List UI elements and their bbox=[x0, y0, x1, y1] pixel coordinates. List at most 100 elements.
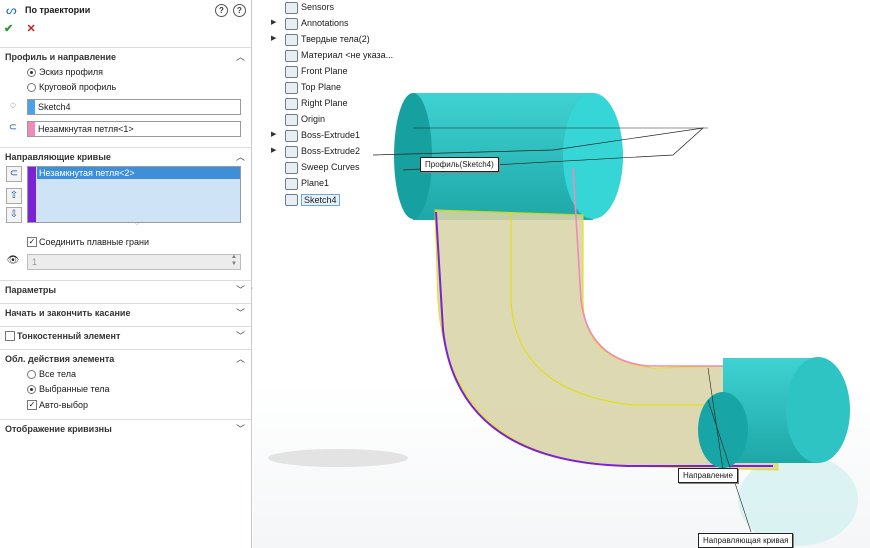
section-tangency-title: Начать и закончить касание bbox=[5, 308, 131, 318]
radio-selected-bodies-label: Выбранные тела bbox=[39, 384, 110, 394]
section-curvature-title: Отображение кривизны bbox=[5, 424, 112, 434]
chevron-up-icon[interactable]: ︿ bbox=[236, 150, 245, 163]
guide-curve-icon: ⊂ bbox=[6, 166, 22, 182]
tree-item-label: Top Plane bbox=[301, 82, 342, 92]
expand-arrow-icon[interactable]: ▶ bbox=[271, 146, 276, 154]
section-tangency-header[interactable]: Начать и закончить касание ﹀ bbox=[0, 303, 251, 320]
guide-item-label: Незамкнутая петля<2> bbox=[39, 168, 135, 178]
feature-icon bbox=[285, 50, 298, 62]
graphics-area[interactable]: Sensors ▶ Annotations ▶ Твердые тела(2) Матер… bbox=[253, 0, 870, 548]
tree-item-label: Boss-Extrude2 bbox=[301, 146, 361, 156]
expand-arrow-icon[interactable]: ▶ bbox=[271, 130, 276, 138]
feature-icon bbox=[285, 34, 298, 46]
feature-tree: Sensors ▶ Annotations ▶ Твердые тела(2) Матер… bbox=[253, 0, 433, 210]
tree-item-label: Annotations bbox=[301, 18, 349, 28]
top-cylinder-end bbox=[563, 93, 623, 219]
section-thin-title: Тонкостенный элемент bbox=[17, 331, 121, 341]
radio-dot bbox=[27, 385, 36, 394]
ok-cancel-row: ✔ ✕ bbox=[4, 22, 47, 36]
cancel-button[interactable]: ✕ bbox=[27, 22, 39, 35]
section-profile-title: Профиль и направление bbox=[5, 52, 117, 62]
expand-arrow-icon[interactable]: ▶ bbox=[271, 18, 276, 26]
section-guides-header[interactable]: Направляющие кривые ︿ bbox=[0, 147, 251, 164]
path-value: Незамкнутая петля<1> bbox=[38, 124, 134, 134]
feature-icon bbox=[285, 178, 298, 190]
radio-dot bbox=[27, 83, 36, 92]
help-icon[interactable]: ? bbox=[215, 4, 228, 17]
section-profile-header[interactable]: Профиль и направление ︿ bbox=[0, 47, 251, 64]
expand-arrow-icon[interactable]: ▶ bbox=[271, 34, 276, 42]
move-down-icon[interactable]: ⇩ bbox=[6, 207, 22, 223]
guide-count-value: 1 bbox=[32, 257, 38, 267]
profile-selection-field[interactable]: Sketch4 bbox=[27, 99, 241, 115]
tree-item-label: Plane1 bbox=[301, 178, 330, 188]
chevron-up-icon[interactable]: ︿ bbox=[236, 50, 245, 63]
checkbox-box: ✓ bbox=[27, 400, 37, 410]
section-options-title: Параметры bbox=[5, 285, 57, 295]
feature-icon bbox=[285, 114, 298, 126]
feature-icon bbox=[285, 146, 298, 158]
chevron-down-icon[interactable]: ﹀ bbox=[236, 422, 245, 435]
move-up-icon[interactable]: ⇧ bbox=[6, 188, 22, 204]
guide-curves-list[interactable]: Незамкнутая петля<2> bbox=[27, 166, 241, 223]
tree-item-label: Right Plane bbox=[301, 98, 348, 108]
eye-icon[interactable]: 👁 bbox=[6, 254, 20, 268]
section-curvature-header[interactable]: Отображение кривизны ﹀ bbox=[0, 419, 251, 436]
profile-icon: ◌ bbox=[10, 100, 16, 111]
tree-item-label: Sketch4 bbox=[301, 194, 340, 206]
spinner-arrows-icon[interactable]: ▲ ▼ bbox=[231, 254, 237, 268]
tree-item-label: Front Plane bbox=[301, 66, 348, 76]
section-scope-title: Обл. действия элемента bbox=[5, 354, 115, 364]
radio-circular-label: Круговой профиль bbox=[39, 82, 117, 92]
path-swatch bbox=[28, 122, 35, 136]
feature-icon bbox=[285, 162, 298, 174]
detailed-help-icon[interactable]: ? bbox=[233, 4, 246, 17]
feature-icon bbox=[285, 194, 298, 206]
tree-item-label: Sweep Curves bbox=[301, 162, 360, 172]
chevron-down-icon[interactable]: ﹀ bbox=[236, 329, 245, 342]
section-thin-header[interactable]: Тонкостенный элемент ﹀ bbox=[0, 326, 251, 343]
section-scope-header[interactable]: Обл. действия элемента ︿ bbox=[0, 349, 251, 366]
tree-item-label: Твердые тела(2) bbox=[301, 34, 370, 44]
profile-value: Sketch4 bbox=[38, 102, 71, 112]
radio-dot bbox=[27, 370, 36, 379]
floor-shadow bbox=[268, 449, 408, 467]
profile-callout[interactable]: Профиль(Sketch4) bbox=[420, 157, 499, 172]
feature-icon bbox=[285, 82, 298, 94]
profile-swatch bbox=[28, 100, 35, 114]
feature-icon bbox=[285, 98, 298, 110]
guide-swatch bbox=[28, 167, 36, 222]
checkbox-box bbox=[5, 331, 15, 341]
resize-handle-icon[interactable]: ○ bbox=[135, 221, 139, 227]
feature-icon bbox=[285, 2, 298, 14]
chevron-down-icon[interactable]: ﹀ bbox=[236, 283, 245, 296]
checkbox-box: ✓ bbox=[27, 237, 37, 247]
feature-icon bbox=[285, 130, 298, 142]
bottom-cylinder-front bbox=[698, 392, 748, 468]
path-callout[interactable]: Направление bbox=[678, 468, 738, 483]
bottom-cylinder-end bbox=[786, 357, 850, 463]
feature-title: По траектории bbox=[25, 5, 91, 15]
guide-list-item[interactable]: Незамкнутая петля<2> bbox=[37, 167, 240, 179]
path-selection-field[interactable]: Незамкнутая петля<1> bbox=[27, 121, 241, 137]
guide-count-spinner[interactable]: 1 ▲ ▼ bbox=[27, 254, 241, 270]
tree-item-label: Материал <не указа... bbox=[301, 50, 394, 60]
feature-icon bbox=[285, 18, 298, 30]
tree-item-label: Boss-Extrude1 bbox=[301, 130, 361, 140]
chevron-up-icon[interactable]: ︿ bbox=[236, 352, 245, 365]
guide-callout[interactable]: Направляющая кривая bbox=[698, 533, 794, 548]
property-manager: ᔕ По траектории ? ? ✔ ✕ Профиль и направ… bbox=[0, 0, 252, 548]
sweep-icon: ᔕ bbox=[6, 3, 17, 17]
tree-item-label: Origin bbox=[301, 114, 326, 124]
merge-faces-label: Соединить плавные грани bbox=[39, 237, 150, 247]
radio-sketch-label: Эскиз профиля bbox=[39, 67, 104, 77]
path-icon: ⊂ bbox=[8, 122, 18, 133]
radio-all-bodies-label: Все тела bbox=[39, 369, 76, 379]
section-options-header[interactable]: Параметры ﹀ bbox=[0, 280, 251, 297]
ok-button[interactable]: ✔ bbox=[4, 22, 16, 35]
feature-icon bbox=[285, 66, 298, 78]
chevron-down-icon[interactable]: ﹀ bbox=[236, 306, 245, 319]
auto-select-label: Авто-выбор bbox=[39, 400, 89, 410]
section-guides-title: Направляющие кривые bbox=[5, 152, 111, 162]
tree-item-label: Sensors bbox=[301, 2, 335, 12]
